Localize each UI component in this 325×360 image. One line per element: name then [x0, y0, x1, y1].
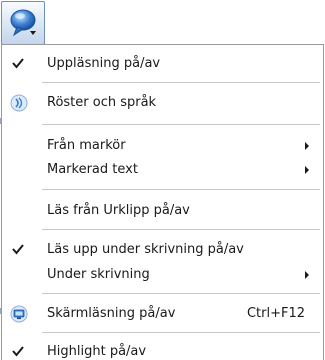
voice-icon	[10, 94, 28, 112]
menu-separator	[42, 189, 320, 190]
checkmark-icon	[12, 58, 24, 69]
menu-separator	[42, 124, 320, 125]
menu-item-label: Under skrivning	[47, 267, 150, 282]
menu-item-label: Markerad text	[47, 162, 138, 177]
menu-separator	[42, 332, 320, 333]
menu-item-label: Röster och språk	[47, 95, 157, 110]
menu-separator	[42, 229, 320, 230]
menu-item-label: Från markör	[47, 138, 126, 153]
menu-item-roster-och-sprak[interactable]: Röster och språk	[2, 90, 323, 116]
menu-item-markerad-text[interactable]: Markerad text	[2, 157, 323, 183]
menu-item-label: Läs från Urklipp på/av	[47, 203, 190, 218]
checkmark-icon	[12, 244, 24, 255]
menu-item-uppläsning[interactable]: Uppläsning på/av	[2, 51, 323, 77]
screen: Uppläsning på/av Röster och språk Från m…	[0, 0, 325, 360]
context-menu: Uppläsning på/av Röster och språk Från m…	[1, 44, 324, 360]
screen-reader-icon	[10, 305, 28, 323]
checkmark-icon	[12, 346, 24, 357]
submenu-arrow-icon	[305, 271, 309, 279]
menu-item-label: Skärmläsning på/av	[47, 306, 176, 321]
submenu-arrow-icon	[305, 166, 309, 174]
menu-item-highlight[interactable]: Highlight på/av	[2, 339, 323, 360]
menu-separator	[42, 82, 320, 83]
menu-item-under-skrivning[interactable]: Under skrivning	[2, 262, 323, 288]
menu-item-skarmlasning[interactable]: Skärmläsning på/av Ctrl+F12	[2, 301, 323, 327]
menu-item-las-upp-under-skrivning[interactable]: Läs upp under skrivning på/av	[2, 237, 323, 263]
menu-item-label: Highlight på/av	[47, 344, 147, 359]
menu-item-label: Uppläsning på/av	[47, 56, 161, 71]
submenu-arrow-icon	[305, 142, 309, 150]
menu-item-label: Läs upp under skrivning på/av	[47, 242, 244, 257]
speech-bubble-icon	[10, 9, 36, 37]
menu-separator	[42, 293, 320, 294]
menu-item-shortcut: Ctrl+F12	[246, 306, 305, 321]
menu-item-fran-markor[interactable]: Från markör	[2, 133, 323, 159]
menu-item-las-fran-urklipp[interactable]: Läs från Urklipp på/av	[2, 198, 323, 224]
speech-toolbar-button[interactable]	[1, 1, 45, 45]
